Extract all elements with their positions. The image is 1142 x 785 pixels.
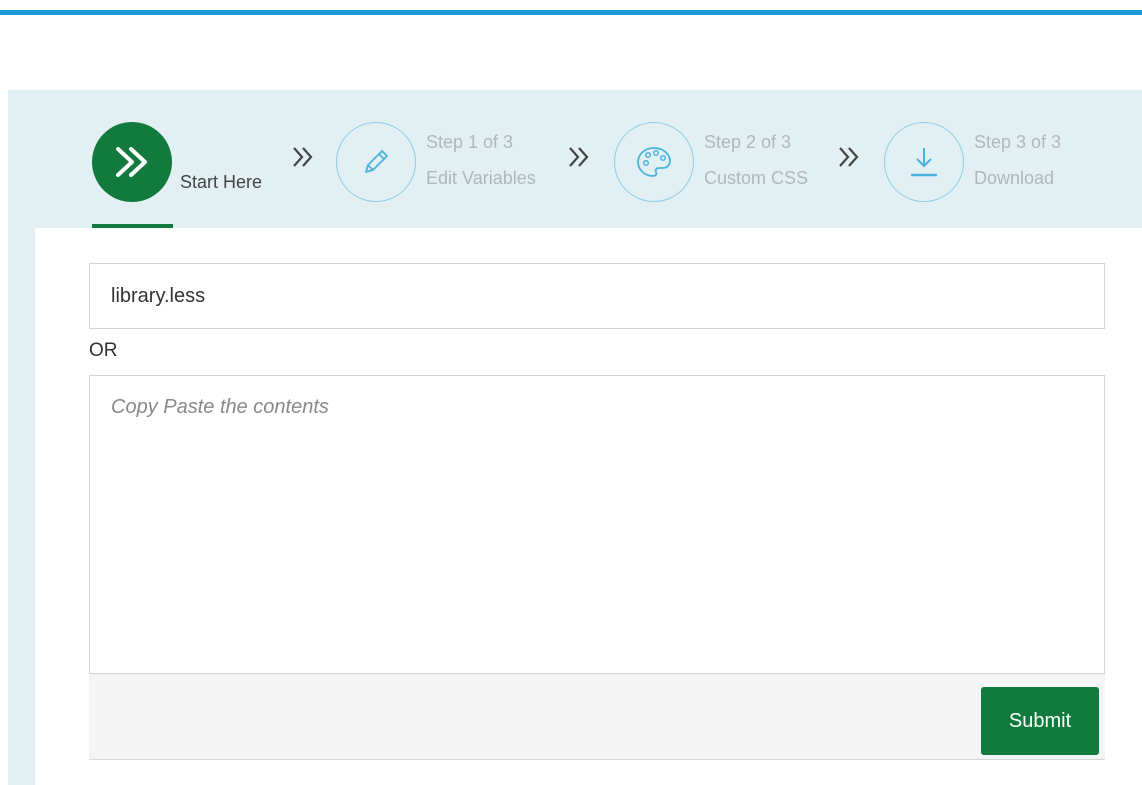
paste-contents-textarea[interactable] [89,375,1105,674]
step-custom-css[interactable]: Step 2 of 3 Custom CSS [614,122,838,204]
step-start-here[interactable]: Start Here [92,122,282,204]
step-css-label: Custom CSS [704,168,809,188]
step-download-label: Download [974,168,1055,188]
step-download-number: Step 3 of 3 [974,132,1062,152]
step-start-label: Start Here [180,172,263,192]
upload-form: library.less OR Submit [35,228,1142,785]
top-accent-bar [0,10,1142,15]
form-footer: Submit [89,674,1105,760]
wizard-stepper: Start Here Step 1 of 3 Edit Variables St… [8,90,1142,228]
step-edit-label: Edit Variables [426,168,536,188]
pencil-icon [365,150,388,173]
step-css-circle [614,122,694,202]
download-icon [911,148,937,177]
file-name-field[interactable]: library.less [89,263,1105,329]
step-edit-number: Step 1 of 3 [426,132,514,152]
step-download-circle [884,122,964,202]
double-chevron-icon [839,147,859,167]
customizer-panel: Start Here Step 1 of 3 Edit Variables St… [8,90,1142,785]
double-chevron-right-icon [116,147,147,177]
step-css-number: Step 2 of 3 [704,132,792,152]
or-separator: OR [89,340,118,361]
double-chevron-icon [293,147,313,167]
step-start-circle [92,122,172,202]
step-edit-variables[interactable]: Step 1 of 3 Edit Variables [336,122,566,204]
submit-button[interactable]: Submit [981,687,1099,755]
step-download[interactable]: Step 3 of 3 Download [884,122,1084,204]
double-chevron-icon [569,147,589,167]
step-edit-circle [336,122,416,202]
palette-icon [637,147,671,177]
